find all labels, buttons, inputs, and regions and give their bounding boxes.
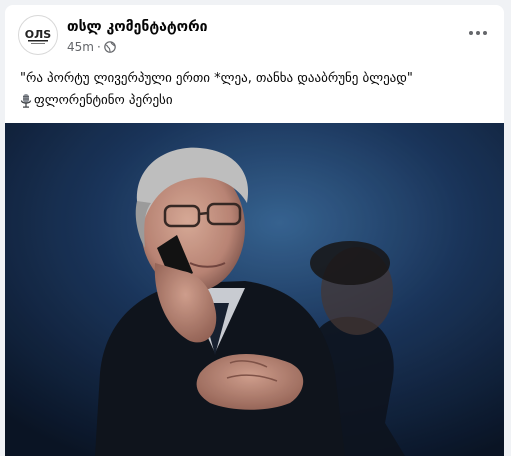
globe-icon[interactable] — [103, 41, 116, 53]
post-caption: "რა პორტუ ლივერპული ერთი *ლეა, თანხა დაა… — [20, 68, 494, 112]
post-card: ОЛS თსლ კომენტატორი 45m · "რა პორტუ ლივე… — [5, 5, 504, 456]
caption-author-line: ფლორენტინო პერესი — [20, 90, 494, 112]
caption-quote: "რა პორტუ ლივერპული ერთი *ლეა, თანხა დაა… — [20, 71, 413, 86]
post-header: ОЛS თსლ კომენტატორი 45m · — [5, 5, 504, 63]
dot-icon — [469, 31, 473, 35]
post-time[interactable]: 45m — [67, 40, 94, 54]
page-avatar[interactable]: ОЛS — [18, 15, 58, 55]
page-name[interactable]: თსლ კომენტატორი — [67, 19, 208, 35]
microphone-icon — [20, 94, 32, 108]
more-options-icon[interactable] — [466, 23, 490, 43]
meta-separator: · — [96, 40, 101, 54]
photo-image — [5, 123, 504, 456]
svg-text:ОЛS: ОЛS — [25, 28, 51, 41]
post-photo[interactable] — [5, 123, 504, 456]
brand-logo-icon: ОЛS — [22, 19, 54, 51]
dot-icon — [483, 31, 487, 35]
caption-author: ფლორენტინო პერესი — [34, 93, 173, 108]
dot-icon — [476, 31, 480, 35]
post-meta: 45m · — [67, 40, 116, 54]
